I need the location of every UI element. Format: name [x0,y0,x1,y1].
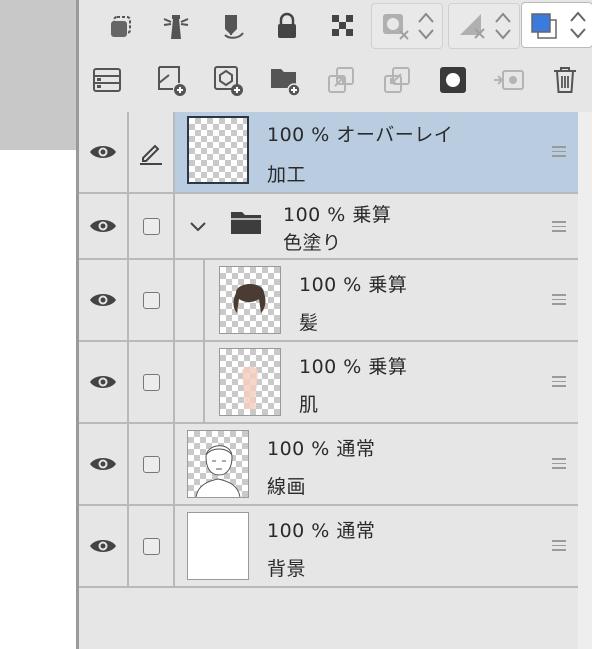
eye-icon [90,458,116,470]
checkbox[interactable] [142,291,160,309]
layer-content: 100 % オーバーレイ 加工 [175,112,578,192]
layer-mode: 100 % オーバーレイ [267,124,454,146]
layer-row-haikei[interactable]: 100 % 通常 背景 [79,506,578,588]
new-raster-layer-icon[interactable] [151,60,191,100]
edit-target-toggle[interactable] [129,112,175,192]
layer-name: 線画 [267,476,307,498]
folder-icon [231,212,261,234]
layer-content: 100 % 乗算 髪 [175,260,578,340]
layer-name: 色塗り [283,232,342,254]
layer-name: 加工 [267,164,307,186]
layer-mode: 100 % 乗算 [283,204,392,226]
eye-icon [90,540,116,552]
canvas-preview [0,0,76,150]
visibility-toggle[interactable] [79,194,129,258]
layer-thumbnail [219,348,281,416]
layer-mode: 100 % 通常 [267,520,376,542]
checkbox[interactable] [142,217,160,235]
folder-indent [203,260,205,340]
merge-down-icon[interactable] [377,60,417,100]
layer-select-icon[interactable] [101,6,141,46]
spinner-icon [570,11,586,39]
ruler-disabled-icon [460,14,485,39]
layer-mode: 100 % 通常 [267,438,376,460]
hair-drawing-icon [233,284,266,313]
layer-content: 100 % 通常 線画 [175,424,578,504]
mask-icon[interactable] [433,60,473,100]
drag-handle-icon[interactable] [552,537,566,554]
edit-target-toggle[interactable] [129,424,175,504]
layer-row-kami[interactable]: 100 % 乗算 髪 [79,260,578,342]
drag-handle-icon[interactable] [552,291,566,308]
layer-panel: 100 % オーバーレイ 加工 100 % 乗算 色塗り 100 % 乗算 髪 … [76,0,592,649]
color-combo[interactable] [521,2,592,48]
eye-icon [90,220,116,232]
drag-handle-icon[interactable] [552,143,566,160]
visibility-toggle[interactable] [79,260,129,340]
layer-row-hada[interactable]: 100 % 乗算 肌 [79,342,578,424]
layer-content: 100 % 通常 背景 [175,506,578,586]
checkbox[interactable] [142,537,160,555]
layer-row-senga[interactable]: 100 % 通常 線画 [79,424,578,506]
spinner-icon [418,12,434,40]
layer-thumbnail [219,266,281,334]
visibility-toggle[interactable] [79,506,129,586]
eye-icon [90,146,116,158]
folder-indent [203,342,205,422]
layer-name: 髪 [299,312,319,334]
ruler-disabled-combo[interactable] [448,3,520,49]
layer-mode: 100 % 乗算 [299,274,408,296]
spinner-icon [495,12,511,40]
layer-mode: 100 % 乗算 [299,356,408,378]
edit-target-toggle[interactable] [129,506,175,586]
pen-tablet-icon[interactable] [212,6,252,46]
drag-handle-icon[interactable] [552,455,566,472]
lighthouse-icon[interactable] [156,6,196,46]
mask-disabled-combo[interactable] [371,3,443,49]
eye-icon [90,294,116,306]
layer-name: 肌 [299,394,319,416]
visibility-toggle[interactable] [79,112,129,192]
layer-row-kakou[interactable]: 100 % オーバーレイ 加工 [79,112,578,194]
layer-content: 100 % 乗算 色塗り [175,194,578,258]
scrollbar-track[interactable] [578,112,592,649]
visibility-toggle[interactable] [79,424,129,504]
edit-target-toggle[interactable] [129,194,175,258]
pen-icon [140,144,162,165]
skin-drawing-icon [242,366,258,409]
new-folder-icon[interactable] [265,60,305,100]
eye-icon [90,376,116,388]
layer-thumbnail [187,116,249,184]
checkbox[interactable] [142,373,160,391]
layer-thumbnail [187,512,249,580]
lineart-drawing-icon [195,445,241,497]
layer-thumbnail [187,430,249,498]
visibility-toggle[interactable] [79,342,129,422]
mask-disabled-icon [383,14,409,40]
checker-lock-icon[interactable] [323,6,363,46]
layer-row-irenuri[interactable]: 100 % 乗算 色塗り [79,194,578,260]
trash-icon[interactable] [545,60,585,100]
drag-handle-icon[interactable] [552,218,566,235]
edit-target-toggle[interactable] [129,342,175,422]
edit-target-toggle[interactable] [129,260,175,340]
lock-icon[interactable] [267,6,307,46]
checkbox[interactable] [142,455,160,473]
layer-settings-icon[interactable] [87,60,127,100]
transfer-icon[interactable] [489,60,529,100]
merge-up-icon[interactable] [321,60,361,100]
color-swatch-icon [531,13,557,39]
layer-content: 100 % 乗算 肌 [175,342,578,422]
chevron-down-icon[interactable] [189,220,207,234]
layer-list: 100 % オーバーレイ 加工 100 % 乗算 色塗り 100 % 乗算 髪 … [79,112,578,588]
new-vector-layer-icon[interactable] [208,60,248,100]
layer-name: 背景 [267,558,307,580]
drag-handle-icon[interactable] [552,373,566,390]
